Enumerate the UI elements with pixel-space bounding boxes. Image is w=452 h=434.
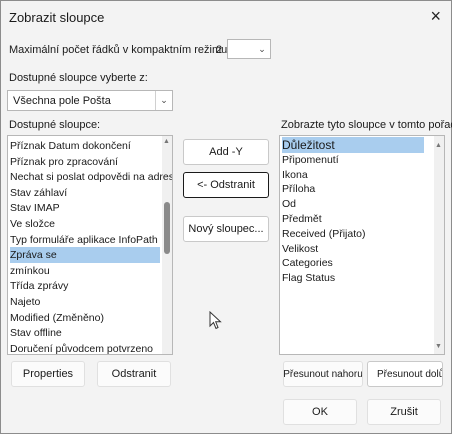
chevron-down-icon[interactable]: ⌄ — [155, 91, 172, 110]
delete-button[interactable]: Odstranit — [97, 361, 171, 387]
dialog-title: Zobrazit sloupce — [9, 10, 105, 25]
move-up-button[interactable]: Přesunout nahoru — [283, 361, 363, 387]
list-item[interactable]: Received (Přijato) — [282, 226, 424, 242]
source-select[interactable]: Všechna pole Pošta ⌄ — [7, 90, 173, 111]
list-item[interactable]: Stav záhlaví — [10, 185, 160, 201]
list-item[interactable]: Typ formuláře aplikace InfoPath — [10, 232, 160, 248]
list-item[interactable]: zmínkou — [10, 263, 160, 279]
list-item[interactable]: Připomenutí — [282, 152, 424, 168]
chevron-down-icon[interactable]: ⌄ — [254, 40, 270, 58]
scrollbar[interactable]: ▲ — [162, 136, 172, 354]
compact-rows-label: Maximální počet řádků v kompaktním režim… — [9, 44, 231, 56]
list-item[interactable]: Třída zprávy — [10, 278, 160, 294]
list-item[interactable]: Ve složce — [10, 216, 160, 232]
add-button[interactable]: Add -Y — [183, 139, 269, 165]
scroll-thumb[interactable] — [164, 202, 170, 254]
remove-button[interactable]: <- Odstranit — [183, 172, 269, 198]
compact-rows-value[interactable]: 2 — [216, 44, 222, 56]
column-chooser-dialog: Zobrazit sloupce × Maximální počet řádků… — [0, 0, 452, 434]
list-item[interactable]: Příloha — [282, 181, 424, 197]
list-item[interactable]: Ikona — [282, 167, 424, 183]
scroll-up-icon[interactable]: ▲ — [435, 142, 442, 149]
mouse-cursor-icon — [209, 311, 222, 330]
move-down-button[interactable]: Přesunout dolů — [367, 361, 443, 387]
compact-rows-dropdown[interactable]: ⌄ — [227, 39, 271, 59]
source-select-value: Všechna pole Pošta — [13, 95, 111, 107]
cancel-button[interactable]: Zrušit — [367, 399, 441, 425]
list-item[interactable]: Najeto — [10, 294, 160, 310]
close-icon[interactable]: × — [430, 6, 441, 26]
list-item[interactable]: Nechat si poslat odpovědi na adresu — [10, 169, 172, 185]
scroll-down-icon[interactable]: ▼ — [435, 343, 442, 350]
list-item[interactable]: Velikost — [282, 241, 424, 257]
shown-columns-label: Zobrazte tyto sloupce v tomto pořadí: — [281, 119, 452, 131]
list-item[interactable]: Zpráva se — [10, 247, 160, 264]
available-columns-label: Dostupné sloupce: — [9, 119, 101, 131]
list-item[interactable]: Předmět — [282, 211, 424, 227]
source-label: Dostupné sloupce vyberte z: — [9, 72, 148, 84]
list-item[interactable]: Od — [282, 196, 424, 212]
scroll-up-icon[interactable]: ▲ — [163, 138, 170, 145]
list-item[interactable]: Stav offline — [10, 325, 160, 341]
list-item[interactable]: Důležitost — [282, 137, 424, 153]
new-column-button[interactable]: Nový sloupec... — [183, 216, 269, 242]
scrollbar[interactable]: ▲ ▼ — [434, 136, 444, 354]
available-columns-list[interactable]: ▲ Příznak Datum dokončení Příznak pro zpr… — [7, 135, 173, 355]
list-item[interactable]: Stav IMAP — [10, 200, 160, 216]
list-item[interactable]: Flag Status — [282, 270, 424, 286]
properties-button[interactable]: Properties — [11, 361, 85, 387]
ok-button[interactable]: OK — [283, 399, 357, 425]
shown-columns-list[interactable]: ▲ ▼ Důležitost Připomenutí Ikona Příloha Od P… — [279, 135, 445, 355]
list-item[interactable]: Modified (Změněno) — [10, 310, 160, 326]
list-item[interactable]: Doručení původcem potvrzeno — [10, 341, 160, 354]
list-item[interactable]: Příznak Datum dokončení — [10, 138, 160, 154]
list-item[interactable]: Categories — [282, 255, 424, 271]
list-item[interactable]: Příznak pro zpracování — [10, 154, 160, 170]
